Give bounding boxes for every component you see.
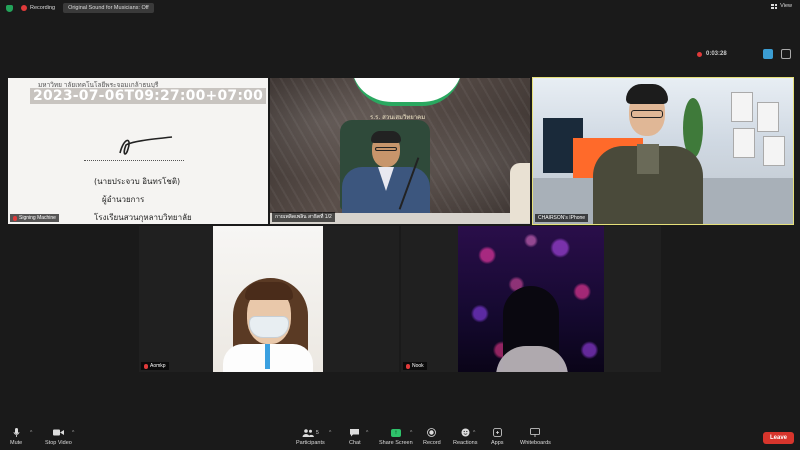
stop-video-label: Stop Video bbox=[45, 440, 72, 446]
signature-line bbox=[84, 160, 184, 161]
participant-name: Signing Machine bbox=[19, 215, 56, 221]
video-camera-icon bbox=[52, 428, 64, 437]
participant-name-tag: CHAIRSON's IPhone bbox=[535, 214, 589, 222]
video-tile-signing-machine[interactable]: มหาวิทย าลัยเทคโนโลยีพระจอมเกล้าธนบุรี 2… bbox=[8, 78, 268, 224]
recording-timer: 0:03:28 bbox=[697, 49, 791, 59]
signatory-org: โรงเรียนสวนกุหลาบวิทยาลัย bbox=[94, 213, 192, 222]
security-shield-icon[interactable] bbox=[6, 4, 13, 12]
participants-icon: 5 bbox=[300, 428, 320, 437]
mic-muted-icon bbox=[406, 363, 410, 369]
video-options-chevron-icon[interactable]: ^ bbox=[72, 430, 74, 436]
microphone-icon bbox=[11, 428, 22, 437]
mute-options-chevron-icon[interactable]: ^ bbox=[30, 430, 32, 436]
participant-name-tag: Signing Machine bbox=[10, 214, 59, 222]
signature-icon bbox=[119, 136, 173, 155]
participant-name-tag: Aomkp bbox=[141, 362, 169, 370]
participant-video bbox=[593, 84, 703, 224]
apps-icon bbox=[492, 428, 503, 437]
participants-options-chevron-icon[interactable]: ^ bbox=[329, 430, 331, 436]
pause-recording-icon[interactable] bbox=[780, 49, 791, 59]
whiteboards-label: Whiteboards bbox=[520, 440, 551, 446]
elapsed-time: 0:03:28 bbox=[706, 51, 727, 57]
reactions-options-chevron-icon[interactable]: ^ bbox=[473, 430, 475, 436]
whiteboard-icon bbox=[530, 428, 541, 437]
video-tile-active-speaker[interactable]: CHAIRSON's IPhone bbox=[532, 77, 794, 225]
record-label: Record bbox=[423, 440, 441, 446]
meeting-topbar: Recording Original Sound for Musicians: … bbox=[0, 0, 800, 16]
record-icon bbox=[426, 428, 437, 437]
participants-button[interactable]: 5 Participants bbox=[296, 428, 325, 446]
signatory-title: ผู้อำนวยการ bbox=[102, 195, 145, 204]
recording-dot-icon bbox=[21, 5, 27, 11]
smiley-icon bbox=[460, 428, 471, 437]
video-tile-aomkp[interactable]: Aomkp bbox=[139, 226, 399, 372]
recording-indicator-icon bbox=[697, 51, 702, 57]
apps-label: Apps bbox=[491, 440, 504, 446]
chat-label: Chat bbox=[349, 440, 361, 446]
meeting-toolbar: Mute ^ Stop Video ^ 5 Participants ^ Cha… bbox=[0, 424, 800, 450]
mic-muted-icon bbox=[13, 215, 17, 221]
stop-video-button[interactable]: Stop Video bbox=[45, 428, 72, 446]
share-screen-button[interactable]: ↑ Share Screen bbox=[379, 428, 413, 446]
document-timestamp: 2023-07-06T09:27:00+07:00 bbox=[30, 88, 267, 104]
leave-button[interactable]: Leave bbox=[762, 432, 794, 444]
participants-count: 5 bbox=[315, 429, 319, 436]
participant-video bbox=[213, 226, 323, 372]
participant-name: กายเพลิดเพลิน สาธิตที่ 1/2 bbox=[275, 214, 332, 220]
side-participant bbox=[510, 163, 530, 223]
signatory-name: (นายประจวบ อินทรโชติ) bbox=[94, 177, 181, 186]
participant-name: Aomkp bbox=[150, 363, 166, 369]
participant-name-tag: Nook bbox=[403, 362, 427, 370]
whiteboards-button[interactable]: Whiteboards bbox=[520, 428, 551, 446]
stop-recording-icon[interactable] bbox=[762, 49, 773, 59]
grid-view-icon bbox=[771, 3, 778, 9]
share-options-chevron-icon[interactable]: ^ bbox=[410, 430, 412, 436]
participant-video bbox=[342, 131, 430, 224]
reactions-label: Reactions bbox=[453, 440, 478, 446]
record-button[interactable]: Record bbox=[423, 428, 441, 446]
apps-button[interactable]: Apps bbox=[491, 428, 504, 446]
video-tile-nook[interactable]: Nook bbox=[401, 226, 661, 372]
participant-video bbox=[458, 226, 604, 372]
chat-options-chevron-icon[interactable]: ^ bbox=[366, 430, 368, 436]
participant-name: Nook bbox=[412, 363, 424, 369]
chat-bubble-icon bbox=[349, 428, 360, 437]
view-label: View bbox=[780, 3, 792, 9]
chat-button[interactable]: Chat bbox=[349, 428, 361, 446]
participants-label: Participants bbox=[296, 440, 325, 446]
original-sound-button[interactable]: Original Sound for Musicians: Off bbox=[63, 3, 154, 13]
mic-muted-icon bbox=[144, 363, 148, 369]
video-tile-official[interactable]: ร.ร. สวนเสมวิทยาคม กายเพลิดเพลิน สาธิตที… bbox=[270, 78, 530, 224]
share-screen-icon: ↑ bbox=[390, 428, 401, 437]
view-button[interactable]: View bbox=[771, 3, 792, 9]
mute-button[interactable]: Mute bbox=[10, 428, 22, 446]
mute-label: Mute bbox=[10, 440, 23, 446]
share-screen-label: Share Screen bbox=[379, 440, 413, 446]
participant-name-tag: กายเพลิดเพลิน สาธิตที่ 1/2 bbox=[272, 212, 335, 222]
recording-label[interactable]: Recording bbox=[30, 5, 55, 11]
participant-name: CHAIRSON's IPhone bbox=[538, 215, 586, 221]
